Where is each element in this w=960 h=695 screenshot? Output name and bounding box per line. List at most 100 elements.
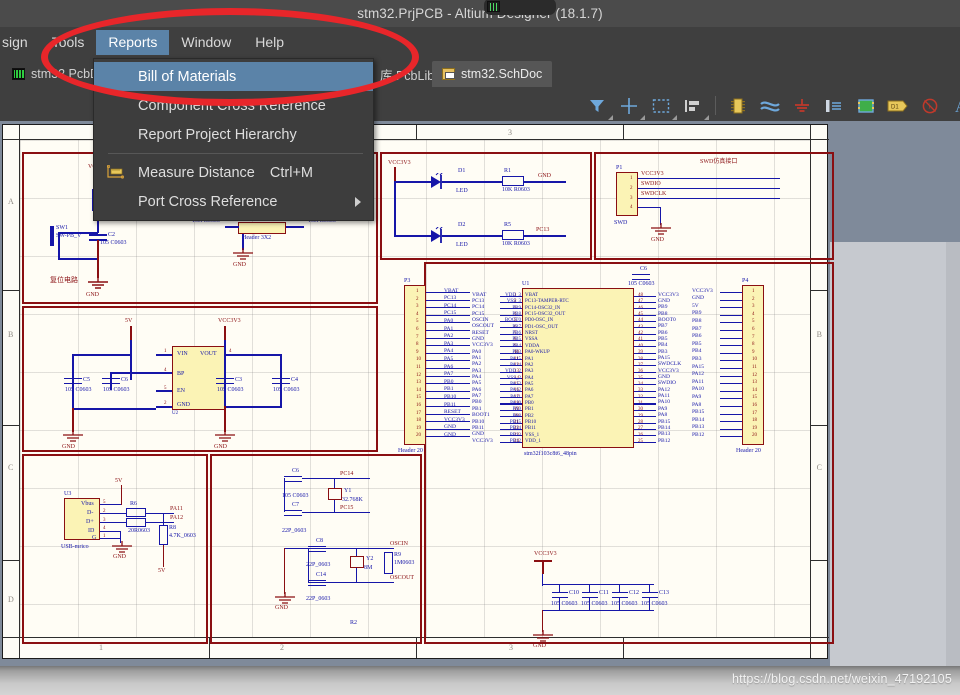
place-bus-icon[interactable] — [822, 94, 846, 118]
menu-bill-of-materials[interactable]: Bill of Materials — [94, 62, 373, 91]
component-value: 105 C0603 — [611, 601, 638, 607]
cap-plate — [284, 515, 302, 517]
menu-item-help[interactable]: Help — [243, 30, 296, 55]
reports-dropdown-menu[interactable]: Bill of Materials Component Cross Refere… — [93, 58, 374, 221]
wire — [442, 322, 470, 324]
zone-label-left-b: B — [8, 330, 14, 339]
wire — [634, 333, 656, 335]
wire — [660, 198, 780, 200]
pin-gnd-u2: GND — [177, 402, 190, 408]
wire — [163, 513, 165, 525]
pin-number: 12 — [416, 372, 421, 378]
component-ref-y2: Y2 — [366, 556, 374, 562]
menu-report-project-hierarchy[interactable]: Report Project Hierarchy — [94, 120, 373, 149]
block-led-circuit — [380, 152, 592, 260]
gnd-label: GND — [533, 643, 546, 649]
place-gnd-icon[interactable] — [790, 94, 814, 118]
component-value: 105 C0603 — [551, 601, 578, 607]
battery-indicator-icon — [487, 1, 500, 12]
component-ref-c14: C14 — [316, 572, 327, 578]
pin-number: 13 — [416, 380, 421, 386]
wire — [442, 413, 470, 415]
component-ref: C10 — [569, 590, 580, 596]
wire — [426, 337, 442, 339]
net-label-5v-reg: 5V — [125, 318, 133, 324]
wire — [72, 354, 74, 410]
wire — [224, 406, 226, 432]
pin-en: EN — [177, 388, 185, 394]
chevron-down-icon[interactable] — [640, 114, 645, 120]
menu-item-design[interactable]: sign — [0, 30, 40, 55]
filter-icon[interactable] — [585, 94, 613, 120]
component-value: 105 C0603 — [641, 601, 668, 607]
marquee-select-icon[interactable] — [649, 94, 677, 120]
cap-plate — [284, 481, 302, 483]
component-value-c3: 105 C0603 — [217, 387, 244, 393]
chevron-down-icon[interactable] — [608, 114, 613, 120]
wire — [225, 226, 239, 228]
place-text-icon[interactable]: A — [950, 94, 960, 118]
component-value-p1: SWD — [614, 220, 628, 226]
align-icon[interactable] — [681, 94, 709, 120]
no-erc-icon[interactable]: i — [918, 94, 942, 118]
wire — [334, 500, 336, 512]
menu-port-cross-reference[interactable]: Port Cross Reference — [94, 187, 373, 216]
wire — [426, 398, 442, 400]
component-ref-r8: R8 — [169, 525, 177, 531]
menu-component-cross-reference[interactable]: Component Cross Reference — [94, 91, 373, 120]
wire — [426, 352, 442, 354]
place-part-icon[interactable] — [726, 94, 750, 118]
mcu-pin-name: VSSA — [525, 337, 538, 343]
menu-item-window[interactable]: Window — [169, 30, 243, 55]
pcb-doc-icon — [12, 68, 25, 80]
tab-label: 库.PcbLib — [380, 68, 435, 83]
cap-plate — [632, 274, 650, 276]
wire — [720, 421, 742, 423]
wire — [442, 436, 470, 438]
wire — [163, 545, 165, 567]
component-ref: C12 — [629, 590, 640, 596]
pin-number: 17 — [416, 410, 421, 416]
mcu-pin-name: PB9 — [512, 305, 521, 311]
wire — [426, 330, 442, 332]
chevron-down-icon[interactable] — [672, 114, 677, 120]
wire — [442, 181, 502, 183]
crystal-y1 — [328, 488, 342, 500]
pin-number: 16 — [416, 403, 421, 408]
place-wire-icon[interactable] — [758, 94, 782, 118]
wire — [394, 181, 432, 183]
tab-stm32-schdoc[interactable]: stm32.SchDoc — [432, 61, 553, 87]
gnd-label: GND — [62, 444, 75, 450]
component-value-c9: 22P_0603 — [306, 562, 331, 568]
wire — [442, 345, 470, 347]
wire — [638, 198, 660, 200]
cap-c4-plate — [272, 383, 290, 385]
place-sheet-symbol-icon[interactable] — [854, 94, 878, 118]
component-ref-c7: C6 — [292, 468, 300, 474]
wire — [284, 478, 286, 512]
wire — [634, 378, 656, 380]
component-value-r5: 10K R0603 — [502, 241, 530, 247]
component-ref-c2: C2 — [108, 232, 116, 238]
pin-number: 19 — [752, 425, 757, 431]
net-label: OSCOUT — [472, 323, 495, 330]
wire — [720, 307, 742, 309]
wire — [720, 390, 742, 392]
wire — [634, 339, 656, 342]
menu-item-reports[interactable]: Reports — [96, 30, 170, 55]
place-port-icon[interactable]: D1 — [886, 94, 910, 118]
menu-item-tools[interactable]: Tools — [40, 30, 97, 55]
menu-measure-distance[interactable]: Measure Distance Ctrl+M — [94, 158, 373, 187]
crosshair-icon[interactable] — [617, 94, 645, 120]
wire — [426, 360, 442, 362]
net-label-pc15: PC15 — [340, 505, 354, 511]
zone-label-bottom-1: 1 — [99, 643, 103, 652]
wire — [284, 548, 286, 594]
vertical-scrollbar[interactable] — [946, 242, 960, 695]
component-value-r9: 1M0603 — [394, 560, 415, 566]
resistor-r5 — [502, 230, 524, 240]
gnd-symbol — [112, 541, 132, 553]
switch-sw1-body — [50, 226, 54, 246]
chevron-down-icon[interactable] — [704, 114, 709, 120]
component-value-c2: 105 C0603 — [100, 240, 127, 246]
